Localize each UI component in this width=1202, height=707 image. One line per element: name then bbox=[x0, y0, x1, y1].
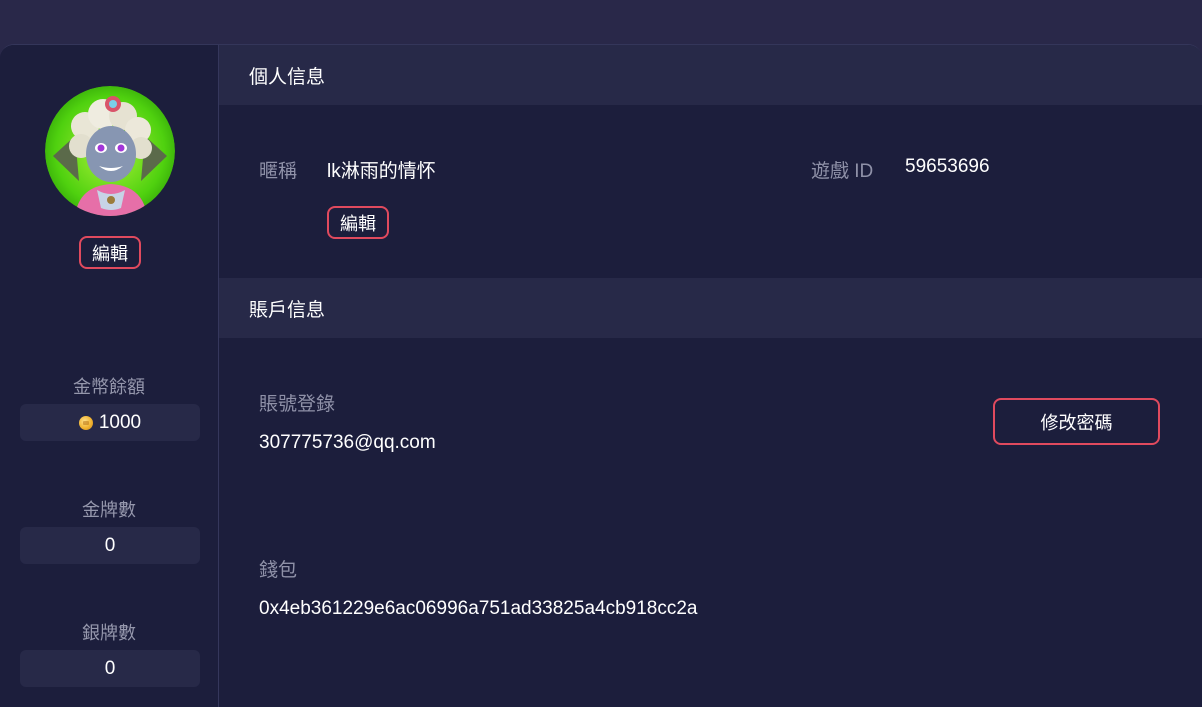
avatar-image bbox=[45, 86, 175, 216]
account-info-title: 賬戶信息 bbox=[249, 299, 326, 321]
profile-sidebar: 編輯 金幣餘額 1000 金牌數 0 銀牌數 0 bbox=[0, 45, 219, 707]
avatar[interactable] bbox=[45, 86, 175, 216]
account-info-header: 賬戶信息 bbox=[219, 278, 1202, 338]
profile-panel: 編輯 金幣餘額 1000 金牌數 0 銀牌數 0 個人信息 暱稱 lk淋雨的情怀… bbox=[0, 44, 1202, 707]
personal-info-header: 個人信息 bbox=[219, 45, 1202, 105]
account-login-label: 賬號登錄 bbox=[259, 394, 336, 415]
gold-medal-box: 0 bbox=[20, 527, 200, 564]
account-login-value: 307775736@qq.com bbox=[259, 432, 436, 453]
nickname-label: 暱稱 bbox=[259, 161, 298, 182]
change-password-button[interactable]: 修改密碼 bbox=[993, 398, 1160, 445]
profile-main: 個人信息 暱稱 lk淋雨的情怀 遊戲 ID 59653696 編輯 賬戶信息 賬… bbox=[219, 45, 1202, 707]
avatar-edit-button[interactable]: 編輯 bbox=[79, 236, 141, 269]
coin-balance-value: 1000 bbox=[98, 411, 142, 433]
silver-medal-box: 0 bbox=[20, 650, 200, 687]
coin-balance-box: 1000 bbox=[20, 404, 200, 441]
nickname-edit-button[interactable]: 編輯 bbox=[327, 206, 389, 239]
nickname-value: lk淋雨的情怀 bbox=[327, 161, 436, 182]
personal-info-title: 個人信息 bbox=[249, 66, 326, 88]
gold-medal-value: 0 bbox=[104, 534, 116, 556]
silver-medal-label: 銀牌數 bbox=[82, 623, 136, 643]
gold-medal-label: 金牌數 bbox=[82, 500, 136, 520]
wallet-address-value: 0x4eb361229e6ac06996a751ad33825a4cb918cc… bbox=[259, 598, 698, 619]
coin-icon bbox=[78, 415, 93, 430]
game-id-value: 59653696 bbox=[905, 156, 990, 177]
wallet-label: 錢包 bbox=[259, 560, 298, 581]
coin-balance-label: 金幣餘額 bbox=[73, 377, 145, 397]
game-id-label: 遊戲 ID bbox=[811, 161, 874, 182]
silver-medal-value: 0 bbox=[104, 657, 116, 679]
